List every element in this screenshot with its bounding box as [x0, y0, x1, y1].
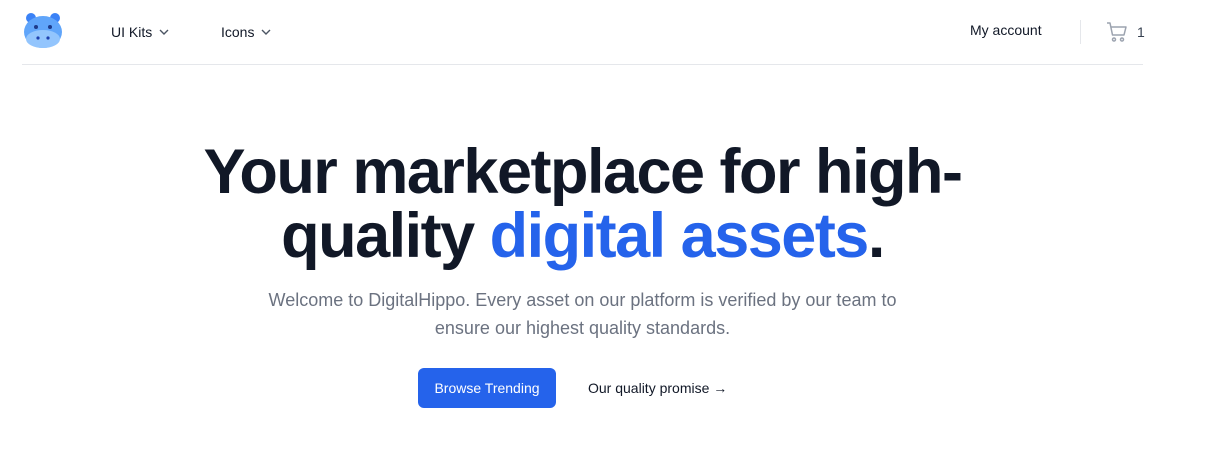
- cart-count: 1: [1137, 24, 1145, 40]
- hero-section: Your marketplace for high-quality digita…: [0, 140, 1165, 342]
- nav-ui-kits[interactable]: UI Kits: [111, 22, 170, 42]
- chevron-down-icon: [159, 29, 169, 35]
- nav-ui-kits-label: UI Kits: [111, 24, 153, 40]
- hippo-logo-icon[interactable]: [22, 12, 64, 50]
- browse-trending-button[interactable]: Browse Trending: [418, 368, 556, 408]
- navbar: UI Kits Icons My account 1: [22, 0, 1145, 65]
- hero-actions: Browse Trending Our quality promise →: [418, 368, 739, 408]
- nav-icons[interactable]: Icons: [221, 22, 272, 42]
- chevron-down-icon: [261, 29, 271, 35]
- nav-divider: [1080, 20, 1081, 44]
- cart-button[interactable]: 1: [1105, 20, 1145, 44]
- hero-title-highlight: digital assets: [489, 201, 870, 271]
- cart-icon: [1107, 22, 1127, 42]
- hero-subtitle: Welcome to DigitalHippo. Every asset on …: [268, 290, 897, 338]
- hero-title: Your marketplace for high-quality digita…: [203, 140, 963, 268]
- my-account-link[interactable]: My account: [970, 22, 1042, 38]
- quality-promise-button[interactable]: Our quality promise →: [576, 368, 739, 408]
- hero-title-period: .: [867, 201, 886, 271]
- nav-icons-label: Icons: [221, 24, 255, 40]
